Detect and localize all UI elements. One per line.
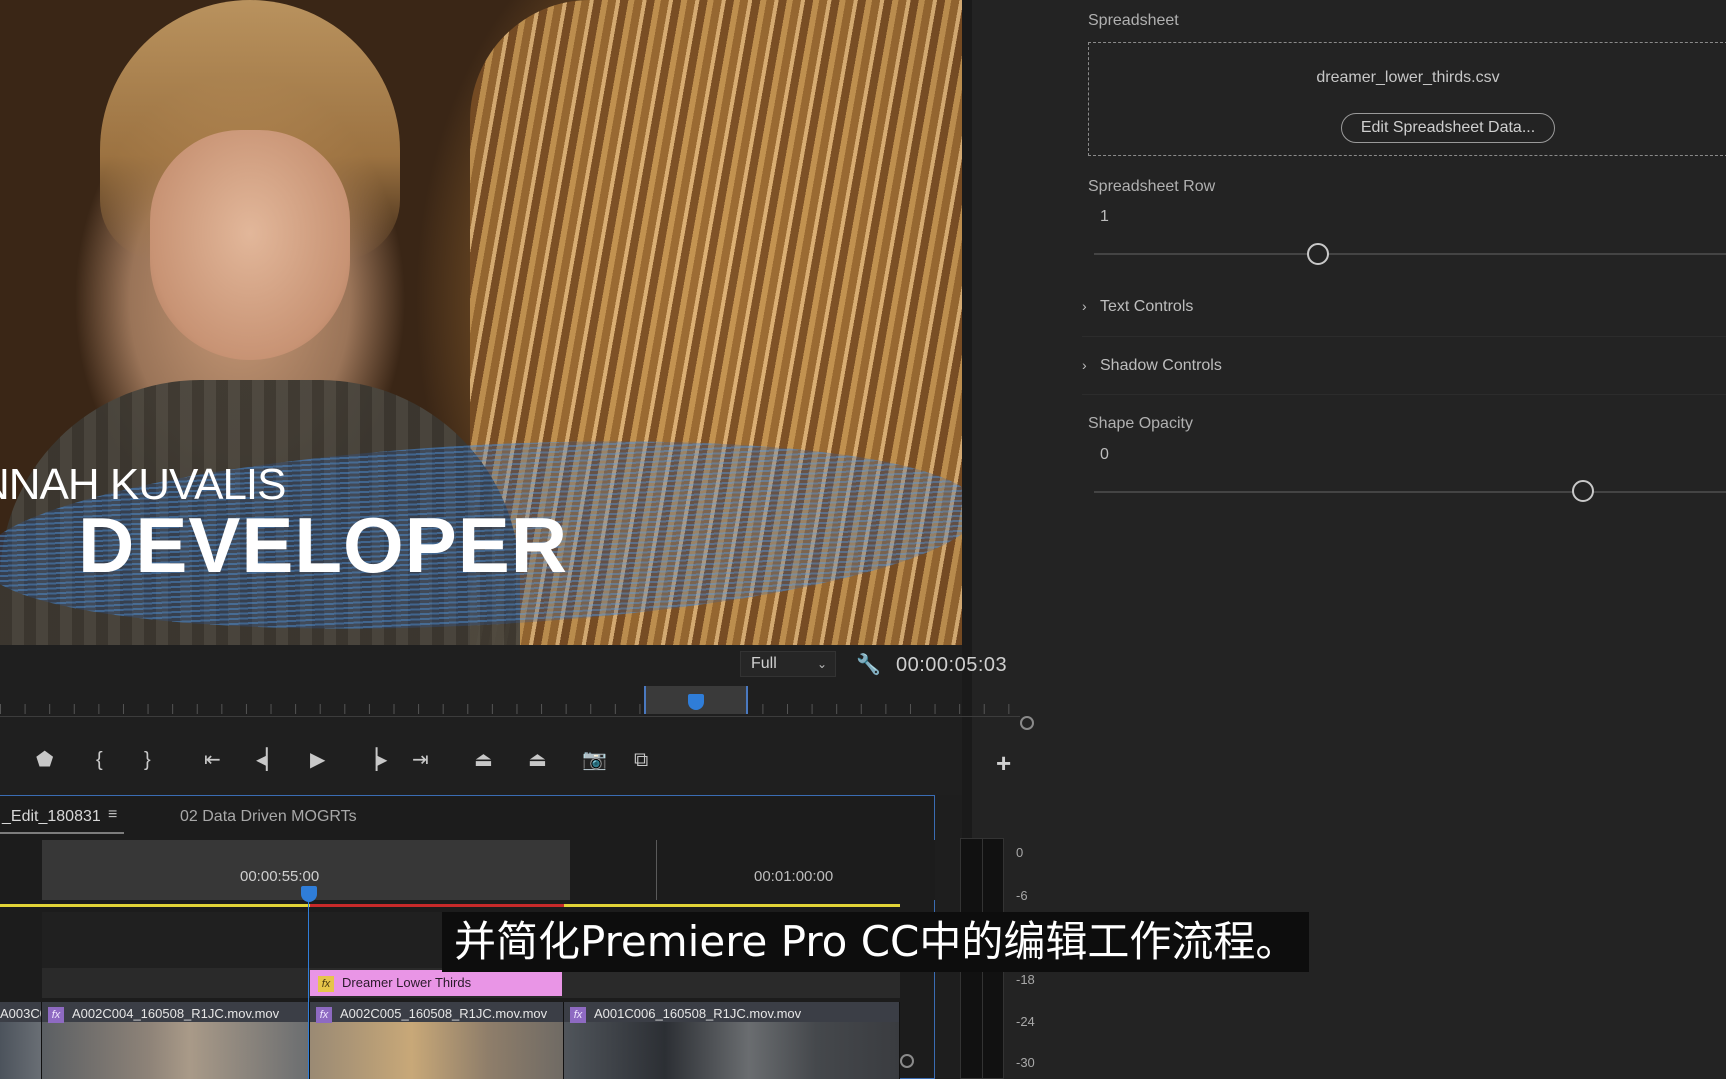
clip-thumbnail bbox=[310, 1022, 563, 1079]
extract-icon[interactable]: ⏏ bbox=[528, 747, 547, 773]
graphic-clip-dreamer-lower-thirds[interactable]: fx Dreamer Lower Thirds bbox=[310, 970, 562, 996]
program-timecode[interactable]: 00:00:05:03 bbox=[896, 654, 1007, 677]
face-image bbox=[150, 130, 350, 360]
meter-scale-label: -18 bbox=[1016, 972, 1035, 987]
text-controls-group[interactable]: › Text Controls bbox=[1082, 298, 1193, 316]
video-clip-label: A003C0 bbox=[0, 1006, 41, 1021]
zoom-handle[interactable] bbox=[1020, 716, 1034, 730]
chevron-right-icon: › bbox=[1082, 357, 1087, 373]
divider bbox=[1082, 336, 1726, 337]
timeline-zoom-handle[interactable] bbox=[900, 1054, 914, 1068]
video-clip-name: A002C004_160508_R1JC.mov.mov bbox=[72, 1006, 280, 1021]
video-clip-label: fx A002C004_160508_R1JC.mov.mov bbox=[48, 1006, 279, 1023]
tab-sequence-edit[interactable]: _Edit_180831 bbox=[2, 808, 101, 826]
playback-resolution-value: Full bbox=[751, 655, 777, 672]
video-clip-label: fx A002C005_160508_R1JC.mov.mov bbox=[316, 1006, 547, 1023]
shadow-controls-group[interactable]: › Shadow Controls bbox=[1082, 357, 1222, 375]
video-clip-name: A001C006_160508_R1JC.mov.mov bbox=[594, 1006, 802, 1021]
graphic-clip-label: Dreamer Lower Thirds bbox=[342, 975, 472, 990]
shape-opacity-slider-knob[interactable] bbox=[1572, 480, 1594, 502]
step-back-icon[interactable]: ◂▏ bbox=[256, 747, 281, 773]
spreadsheet-row-slider[interactable] bbox=[1094, 253, 1726, 255]
playback-resolution-select[interactable]: Full ⌄ bbox=[740, 651, 836, 677]
ruler-tick bbox=[656, 840, 657, 900]
spreadsheet-filename: dreamer_lower_thirds.csv bbox=[1316, 69, 1500, 86]
spreadsheet-row-label: Spreadsheet Row bbox=[1088, 178, 1216, 195]
timeline-playhead-line bbox=[308, 900, 309, 1079]
mark-in-icon[interactable]: { bbox=[96, 747, 103, 773]
divider bbox=[1082, 394, 1726, 395]
fx-badge-icon: fx bbox=[48, 1006, 64, 1023]
go-to-in-icon[interactable]: ⇤ bbox=[204, 747, 221, 773]
chevron-right-icon: › bbox=[1082, 298, 1087, 314]
shadow-controls-label: Shadow Controls bbox=[1100, 357, 1222, 374]
button-editor-plus-icon[interactable]: + bbox=[996, 750, 1011, 776]
video-clip[interactable]: A003C0 bbox=[0, 1002, 42, 1079]
clip-thumbnail bbox=[0, 1022, 41, 1079]
video-clip-label: fx A001C006_160508_R1JC.mov.mov bbox=[570, 1006, 801, 1023]
spreadsheet-label: Spreadsheet bbox=[1088, 12, 1179, 29]
meter-scale-label: -24 bbox=[1016, 1014, 1035, 1029]
shape-opacity-slider[interactable] bbox=[1094, 491, 1726, 493]
premiere-workspace: NNAH KUVALIS DEVELOPER Spreadsheet dream… bbox=[0, 0, 1726, 1079]
add-marker-icon[interactable]: ⬟ bbox=[36, 747, 53, 773]
chevron-down-icon: ⌄ bbox=[816, 657, 827, 671]
shape-opacity-value[interactable]: 0 bbox=[1100, 446, 1109, 464]
meter-scale-label: -30 bbox=[1016, 1055, 1035, 1070]
go-to-out-icon[interactable]: ⇥ bbox=[412, 747, 429, 773]
fx-badge-icon: fx bbox=[318, 975, 334, 992]
monitor-playhead[interactable] bbox=[688, 694, 704, 710]
step-forward-icon[interactable]: ▕▸ bbox=[362, 747, 387, 773]
video-clip[interactable]: fx A002C004_160508_R1JC.mov.mov bbox=[42, 1002, 310, 1079]
video-clip-name: A002C005_160508_R1JC.mov.mov bbox=[340, 1006, 548, 1021]
clip-thumbnail bbox=[42, 1022, 309, 1079]
comparison-view-icon[interactable]: ⧉ bbox=[634, 747, 648, 773]
fx-badge-icon: fx bbox=[316, 1006, 332, 1023]
play-icon[interactable]: ▶ bbox=[310, 747, 325, 773]
fx-badge-icon: fx bbox=[570, 1006, 586, 1023]
spreadsheet-row-slider-knob[interactable] bbox=[1307, 243, 1329, 265]
tab-data-driven-mogrts[interactable]: 02 Data Driven MOGRTs bbox=[180, 808, 357, 826]
video-clip[interactable]: fx A001C006_160508_R1JC.mov.mov bbox=[564, 1002, 900, 1079]
video-subtitle: 并简化Premiere Pro CC中的编辑工作流程。 bbox=[442, 912, 1310, 972]
edit-spreadsheet-button[interactable]: Edit Spreadsheet Data... bbox=[1341, 113, 1555, 143]
active-tab-underline bbox=[0, 832, 124, 834]
timeline-timecode-b: 00:01:00:00 bbox=[754, 868, 834, 885]
tab-menu-icon[interactable]: ≡ bbox=[108, 806, 117, 824]
export-frame-icon[interactable]: 📷 bbox=[582, 747, 607, 773]
lift-icon[interactable]: ⏏ bbox=[474, 747, 493, 773]
shape-opacity-label: Shape Opacity bbox=[1088, 415, 1193, 432]
wrench-icon[interactable]: 🔧 bbox=[856, 652, 881, 677]
timeline-playhead[interactable] bbox=[301, 886, 317, 902]
timeline-timecode-a: 00:00:55:00 bbox=[240, 868, 320, 885]
program-monitor-video: NNAH KUVALIS DEVELOPER bbox=[0, 0, 962, 645]
text-controls-label: Text Controls bbox=[1100, 298, 1194, 315]
monitor-ruler-baseline bbox=[0, 716, 1020, 717]
mark-out-icon[interactable]: } bbox=[144, 747, 151, 773]
meter-scale-label: 0 bbox=[1016, 845, 1024, 860]
clip-thumbnail bbox=[564, 1022, 899, 1079]
meter-scale-label: -6 bbox=[1016, 888, 1028, 903]
lower-third-title: DEVELOPER bbox=[78, 501, 569, 589]
spreadsheet-drop-zone[interactable]: dreamer_lower_thirds.csv Edit Spreadshee… bbox=[1088, 42, 1726, 156]
render-bar-red bbox=[310, 904, 564, 907]
spreadsheet-row-value[interactable]: 1 bbox=[1100, 208, 1109, 226]
video-clip[interactable]: fx A002C005_160508_R1JC.mov.mov bbox=[310, 1002, 564, 1079]
